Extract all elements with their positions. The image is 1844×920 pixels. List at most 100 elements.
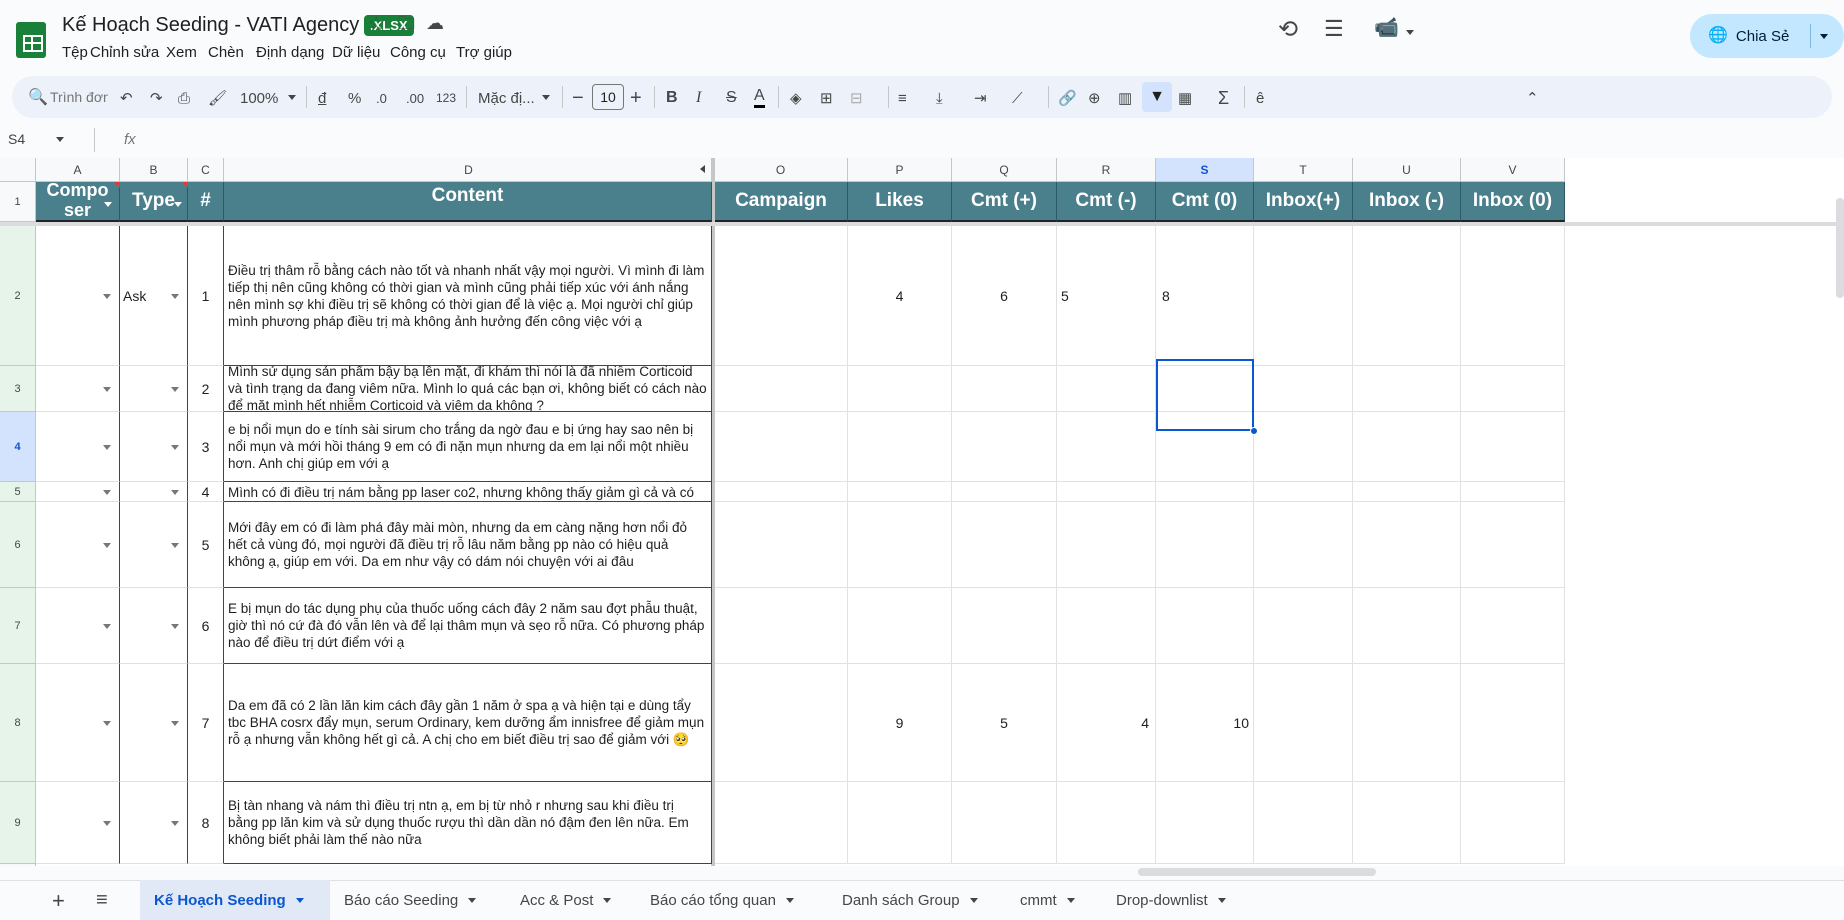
text-wrapping-icon[interactable]: ⇥: [974, 86, 987, 110]
inbox-neg-cell[interactable]: [1353, 502, 1461, 588]
campaign-cell[interactable]: [715, 664, 848, 782]
tab-drop-downlist[interactable]: Drop-downlist: [1116, 892, 1226, 909]
column-header-a[interactable]: A: [36, 158, 120, 182]
likes-cell[interactable]: [848, 782, 952, 864]
inbox-neg-cell[interactable]: [1353, 782, 1461, 864]
inbox-pos-cell[interactable]: [1254, 412, 1353, 482]
cmt-pos-cell[interactable]: [952, 502, 1057, 588]
add-sheet-icon[interactable]: +: [52, 890, 65, 912]
sheets-logo[interactable]: [16, 22, 46, 58]
share-dropdown-icon[interactable]: [1820, 34, 1828, 39]
inbox-neg-cell[interactable]: [1353, 664, 1461, 782]
number-cell[interactable]: 1: [188, 226, 224, 366]
dropdown-chevron-icon[interactable]: [103, 721, 111, 726]
row-header-7[interactable]: 7: [0, 588, 36, 664]
italic-button[interactable]: I: [696, 86, 701, 110]
inbox-zero-cell[interactable]: [1461, 412, 1565, 482]
inbox-neg-cell[interactable]: [1353, 366, 1461, 412]
currency-format-button[interactable]: đ: [318, 86, 326, 110]
cmt-pos-cell[interactable]: 5: [952, 664, 1057, 782]
number-cell[interactable]: 4: [188, 482, 224, 502]
search-menus-input[interactable]: [50, 86, 108, 108]
campaign-cell[interactable]: [715, 482, 848, 502]
cmt-neg-cell[interactable]: [1057, 366, 1156, 412]
share-button[interactable]: 🌐 Chia Sẻ: [1690, 14, 1844, 58]
fill-color-icon[interactable]: ◈: [790, 86, 802, 110]
composer-cell[interactable]: [36, 226, 120, 366]
menu-file[interactable]: Tệp: [62, 44, 88, 61]
cmt-neg-cell[interactable]: [1057, 588, 1156, 664]
likes-cell[interactable]: [848, 366, 952, 412]
type-cell[interactable]: Ask: [120, 226, 188, 366]
paint-format-icon[interactable]: 🖌: [208, 86, 227, 110]
history-icon[interactable]: ⟲: [1278, 18, 1298, 42]
tab-caret-icon[interactable]: [603, 898, 612, 903]
bold-button[interactable]: B: [666, 86, 678, 110]
inbox-pos-cell[interactable]: [1254, 482, 1353, 502]
cmt-zero-cell[interactable]: [1156, 588, 1254, 664]
content-cell[interactable]: e bị nổi mụn do e tính sài sirum cho trắ…: [224, 412, 712, 482]
menu-data[interactable]: Dữ liệu: [332, 44, 380, 61]
fill-handle[interactable]: [1250, 427, 1258, 435]
row-header-8[interactable]: 8: [0, 664, 36, 782]
cmt-pos-cell[interactable]: [952, 482, 1057, 502]
number-cell[interactable]: 7: [188, 664, 224, 782]
font-size-input[interactable]: 10: [592, 84, 624, 110]
type-cell[interactable]: [120, 782, 188, 864]
content-cell[interactable]: Da em đã có 2 lần lăn kim cách đây gần 1…: [224, 664, 712, 782]
type-cell[interactable]: [120, 366, 188, 412]
font-family-select[interactable]: Mặc đị...: [478, 86, 535, 110]
likes-cell[interactable]: [848, 502, 952, 588]
cmt-pos-cell[interactable]: 6: [952, 226, 1057, 366]
content-cell[interactable]: E bị mụn do tác dụng phụ của thuốc uống …: [224, 588, 712, 664]
row-header-3[interactable]: 3: [0, 366, 36, 412]
composer-cell[interactable]: [36, 588, 120, 664]
dropdown-chevron-icon[interactable]: [171, 387, 179, 392]
tab-danh-sach-group[interactable]: Danh sách Group: [842, 892, 978, 909]
filter-composer-icon[interactable]: [104, 202, 112, 207]
inbox-pos-cell[interactable]: [1254, 366, 1353, 412]
cmt-neg-cell[interactable]: 5: [1057, 226, 1156, 366]
move-folder-icon[interactable]: 🗀: [398, 15, 415, 32]
likes-cell[interactable]: [848, 482, 952, 502]
inbox-pos-cell[interactable]: [1254, 588, 1353, 664]
meet-icon[interactable]: 📹: [1374, 18, 1399, 38]
inbox-pos-cell[interactable]: [1254, 226, 1353, 366]
number-cell[interactable]: 2: [188, 366, 224, 412]
cmt-zero-cell[interactable]: [1156, 782, 1254, 864]
tab-acc-post[interactable]: Acc & Post: [520, 892, 612, 909]
composer-cell[interactable]: [36, 366, 120, 412]
redo-icon[interactable]: ↷: [150, 86, 163, 110]
column-header-t[interactable]: T: [1254, 158, 1353, 182]
meet-dropdown-icon[interactable]: [1406, 30, 1414, 35]
type-cell[interactable]: [120, 588, 188, 664]
content-cell[interactable]: Điều trị thâm rỗ bằng cách nào tốt và nh…: [224, 226, 712, 366]
tab-bao-cao-seeding[interactable]: Báo cáo Seeding: [344, 892, 477, 909]
cmt-neg-cell[interactable]: [1057, 782, 1156, 864]
cmt-zero-cell[interactable]: 10: [1156, 664, 1254, 782]
inbox-zero-cell[interactable]: [1461, 782, 1565, 864]
dropdown-chevron-icon[interactable]: [171, 721, 179, 726]
horizontal-align-icon[interactable]: ≡: [898, 86, 907, 110]
column-header-p[interactable]: P: [848, 158, 952, 182]
column-header-b[interactable]: B: [120, 158, 188, 182]
campaign-cell[interactable]: [715, 588, 848, 664]
inbox-zero-cell[interactable]: [1461, 366, 1565, 412]
cmt-neg-cell[interactable]: [1057, 482, 1156, 502]
campaign-cell[interactable]: [715, 226, 848, 366]
vertical-scrollbar[interactable]: [1836, 198, 1844, 298]
name-box[interactable]: S4: [8, 131, 25, 147]
filter-views-icon[interactable]: ▦: [1178, 86, 1192, 110]
dropdown-chevron-icon[interactable]: [103, 543, 111, 548]
content-cell[interactable]: Mình có đi điều trị nám bằng pp laser co…: [224, 482, 712, 502]
inbox-zero-cell[interactable]: [1461, 664, 1565, 782]
cmt-pos-cell[interactable]: [952, 782, 1057, 864]
input-tools-icon[interactable]: ê: [1256, 86, 1264, 110]
row-header-10[interactable]: [0, 864, 36, 866]
name-box-dropdown-icon[interactable]: [56, 137, 64, 142]
type-cell[interactable]: [120, 412, 188, 482]
cmt-zero-cell[interactable]: [1156, 482, 1254, 502]
likes-cell[interactable]: [848, 588, 952, 664]
percent-format-button[interactable]: %: [348, 86, 361, 110]
type-cell[interactable]: [120, 664, 188, 782]
